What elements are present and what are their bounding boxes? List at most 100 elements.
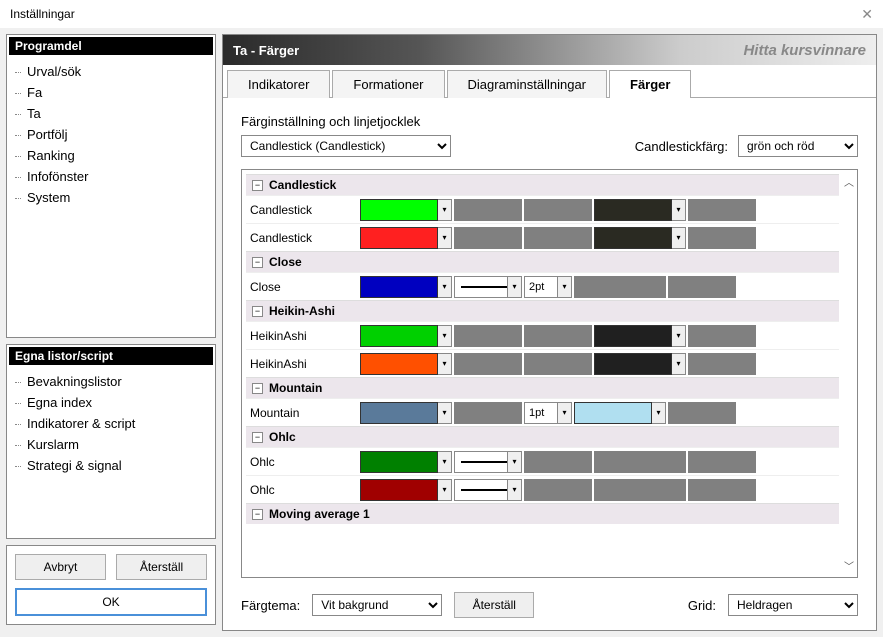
line-width-select[interactable]: 2pt▾ — [524, 276, 572, 298]
fargtema-label: Färgtema: — [241, 598, 300, 613]
empty-cell — [668, 276, 736, 298]
group-header: −Close — [246, 251, 839, 272]
dropdown-icon[interactable]: ▾ — [557, 277, 571, 297]
color-picker[interactable]: ▾ — [574, 402, 666, 424]
settings-row: Candlestick▾▾ — [246, 223, 839, 251]
sidebar-item[interactable]: Indikatorer & script — [11, 413, 211, 434]
sidebar-item[interactable]: Egna index — [11, 392, 211, 413]
color-picker[interactable]: ▾ — [594, 227, 686, 249]
sidebar-item[interactable]: Strategi & signal — [11, 455, 211, 476]
settings-row: HeikinAshi ▾ ▾ — [246, 321, 839, 349]
empty-cell — [688, 479, 756, 501]
group-header: −Moving average 1 — [246, 503, 839, 524]
collapse-icon[interactable]: − — [252, 432, 263, 443]
color-picker[interactable]: ▾ — [360, 276, 452, 298]
ok-button[interactable]: OK — [15, 588, 207, 616]
collapse-icon[interactable]: − — [252, 306, 263, 317]
dropdown-icon[interactable]: ▾ — [672, 325, 686, 347]
sidebar-item[interactable]: System — [11, 187, 211, 208]
line-style-select[interactable]: ▾ — [454, 479, 522, 501]
collapse-icon[interactable]: − — [252, 383, 263, 394]
dropdown-icon[interactable]: ▾ — [507, 452, 521, 472]
dropdown-icon[interactable]: ▾ — [438, 325, 452, 347]
settings-row: Ohlc ▾ ▾ — [246, 447, 839, 475]
grid-select[interactable]: Heldragen — [728, 594, 858, 616]
setting-label: HeikinAshi — [248, 329, 358, 343]
color-picker[interactable]: ▾ — [360, 402, 452, 424]
setting-label: HeikinAshi — [248, 357, 358, 371]
sidebar-item[interactable]: Urval/sök — [11, 61, 211, 82]
collapse-icon[interactable]: − — [252, 180, 263, 191]
dropdown-icon[interactable]: ▾ — [438, 479, 452, 501]
sidebar-item[interactable]: Portfölj — [11, 124, 211, 145]
dropdown-icon[interactable]: ▾ — [507, 480, 521, 500]
setting-label: Ohlc — [248, 455, 358, 469]
window-title: Inställningar — [10, 7, 75, 21]
color-picker[interactable]: ▾ — [594, 325, 686, 347]
color-picker[interactable]: ▾ — [594, 199, 686, 221]
tab[interactable]: Färger — [609, 70, 691, 98]
tab[interactable]: Formationer — [332, 70, 444, 98]
line-style-select[interactable]: ▾ — [454, 276, 522, 298]
empty-cell — [454, 199, 522, 221]
dropdown-icon[interactable]: ▾ — [438, 402, 452, 424]
cancel-button[interactable]: Avbryt — [15, 554, 106, 580]
sidebar-item[interactable]: Kurslarm — [11, 434, 211, 455]
dropdown-icon[interactable]: ▾ — [672, 353, 686, 375]
empty-cell — [524, 325, 592, 347]
sidebar-item[interactable]: Ranking — [11, 145, 211, 166]
line-style-select[interactable]: ▾ — [454, 451, 522, 473]
scroll-down-icon[interactable]: ﹀ — [844, 558, 854, 573]
color-picker[interactable]: ▾ — [360, 199, 452, 221]
candlestick-color-select[interactable]: grön och röd — [738, 135, 858, 157]
color-picker[interactable]: ▾ — [594, 353, 686, 375]
color-picker[interactable]: ▾ — [360, 325, 452, 347]
sidebar-item[interactable]: Bevakningslistor — [11, 371, 211, 392]
sidebar-item[interactable]: Ta — [11, 103, 211, 124]
tab-bar: IndikatorerFormationerDiagraminställning… — [223, 65, 876, 98]
collapse-icon[interactable]: − — [252, 257, 263, 268]
reset-colors-button[interactable]: Återställ — [454, 592, 534, 618]
reset-button[interactable]: Återställ — [116, 554, 207, 580]
empty-cell — [454, 325, 522, 347]
empty-cell — [524, 227, 592, 249]
setting-label: Ohlc — [248, 483, 358, 497]
group-name: Close — [269, 255, 302, 269]
sidebar-egna: Egna listor/script BevakningslistorEgna … — [6, 344, 216, 539]
empty-cell — [454, 353, 522, 375]
dropdown-icon[interactable]: ▾ — [672, 199, 686, 221]
dropdown-icon[interactable]: ▾ — [438, 199, 452, 221]
color-picker[interactable]: ▾ — [360, 353, 452, 375]
tab[interactable]: Diagraminställningar — [447, 70, 608, 98]
group-name: Heikin-Ashi — [269, 304, 335, 318]
dropdown-icon[interactable]: ▾ — [438, 276, 452, 298]
color-picker[interactable]: ▾ — [360, 479, 452, 501]
dropdown-icon[interactable]: ▾ — [438, 353, 452, 375]
dropdown-icon[interactable]: ▾ — [507, 277, 521, 297]
setting-label: Close — [248, 280, 358, 294]
empty-cell — [524, 353, 592, 375]
color-picker[interactable]: ▾ — [360, 227, 452, 249]
color-grid: ︿ −CandlestickCandlestick▾▾Candlestick▾▾… — [241, 169, 858, 578]
color-picker[interactable]: ▾ — [360, 451, 452, 473]
dropdown-icon[interactable]: ▾ — [438, 227, 452, 249]
settings-row: Candlestick▾▾ — [246, 195, 839, 223]
fargtema-select[interactable]: Vit bakgrund — [312, 594, 442, 616]
content-panel: Ta - Färger Hitta kursvinnare Indikatore… — [222, 34, 877, 631]
empty-cell — [454, 402, 522, 424]
line-width-select[interactable]: 1pt▾ — [524, 402, 572, 424]
collapse-icon[interactable]: − — [252, 509, 263, 520]
scroll-up-icon[interactable]: ︿ — [844, 174, 854, 189]
dropdown-icon[interactable]: ▾ — [557, 403, 571, 423]
close-icon[interactable]: ✕ — [861, 6, 873, 23]
dropdown-icon[interactable]: ▾ — [438, 451, 452, 473]
sidebar-item[interactable]: Fa — [11, 82, 211, 103]
group-header: −Mountain — [246, 377, 839, 398]
dropdown-icon[interactable]: ▾ — [652, 402, 666, 424]
sidebar-item[interactable]: Infofönster — [11, 166, 211, 187]
chart-type-select[interactable]: Candlestick (Candlestick) — [241, 135, 451, 157]
tab[interactable]: Indikatorer — [227, 70, 330, 98]
empty-cell — [524, 479, 592, 501]
empty-cell — [688, 353, 756, 375]
dropdown-icon[interactable]: ▾ — [672, 227, 686, 249]
